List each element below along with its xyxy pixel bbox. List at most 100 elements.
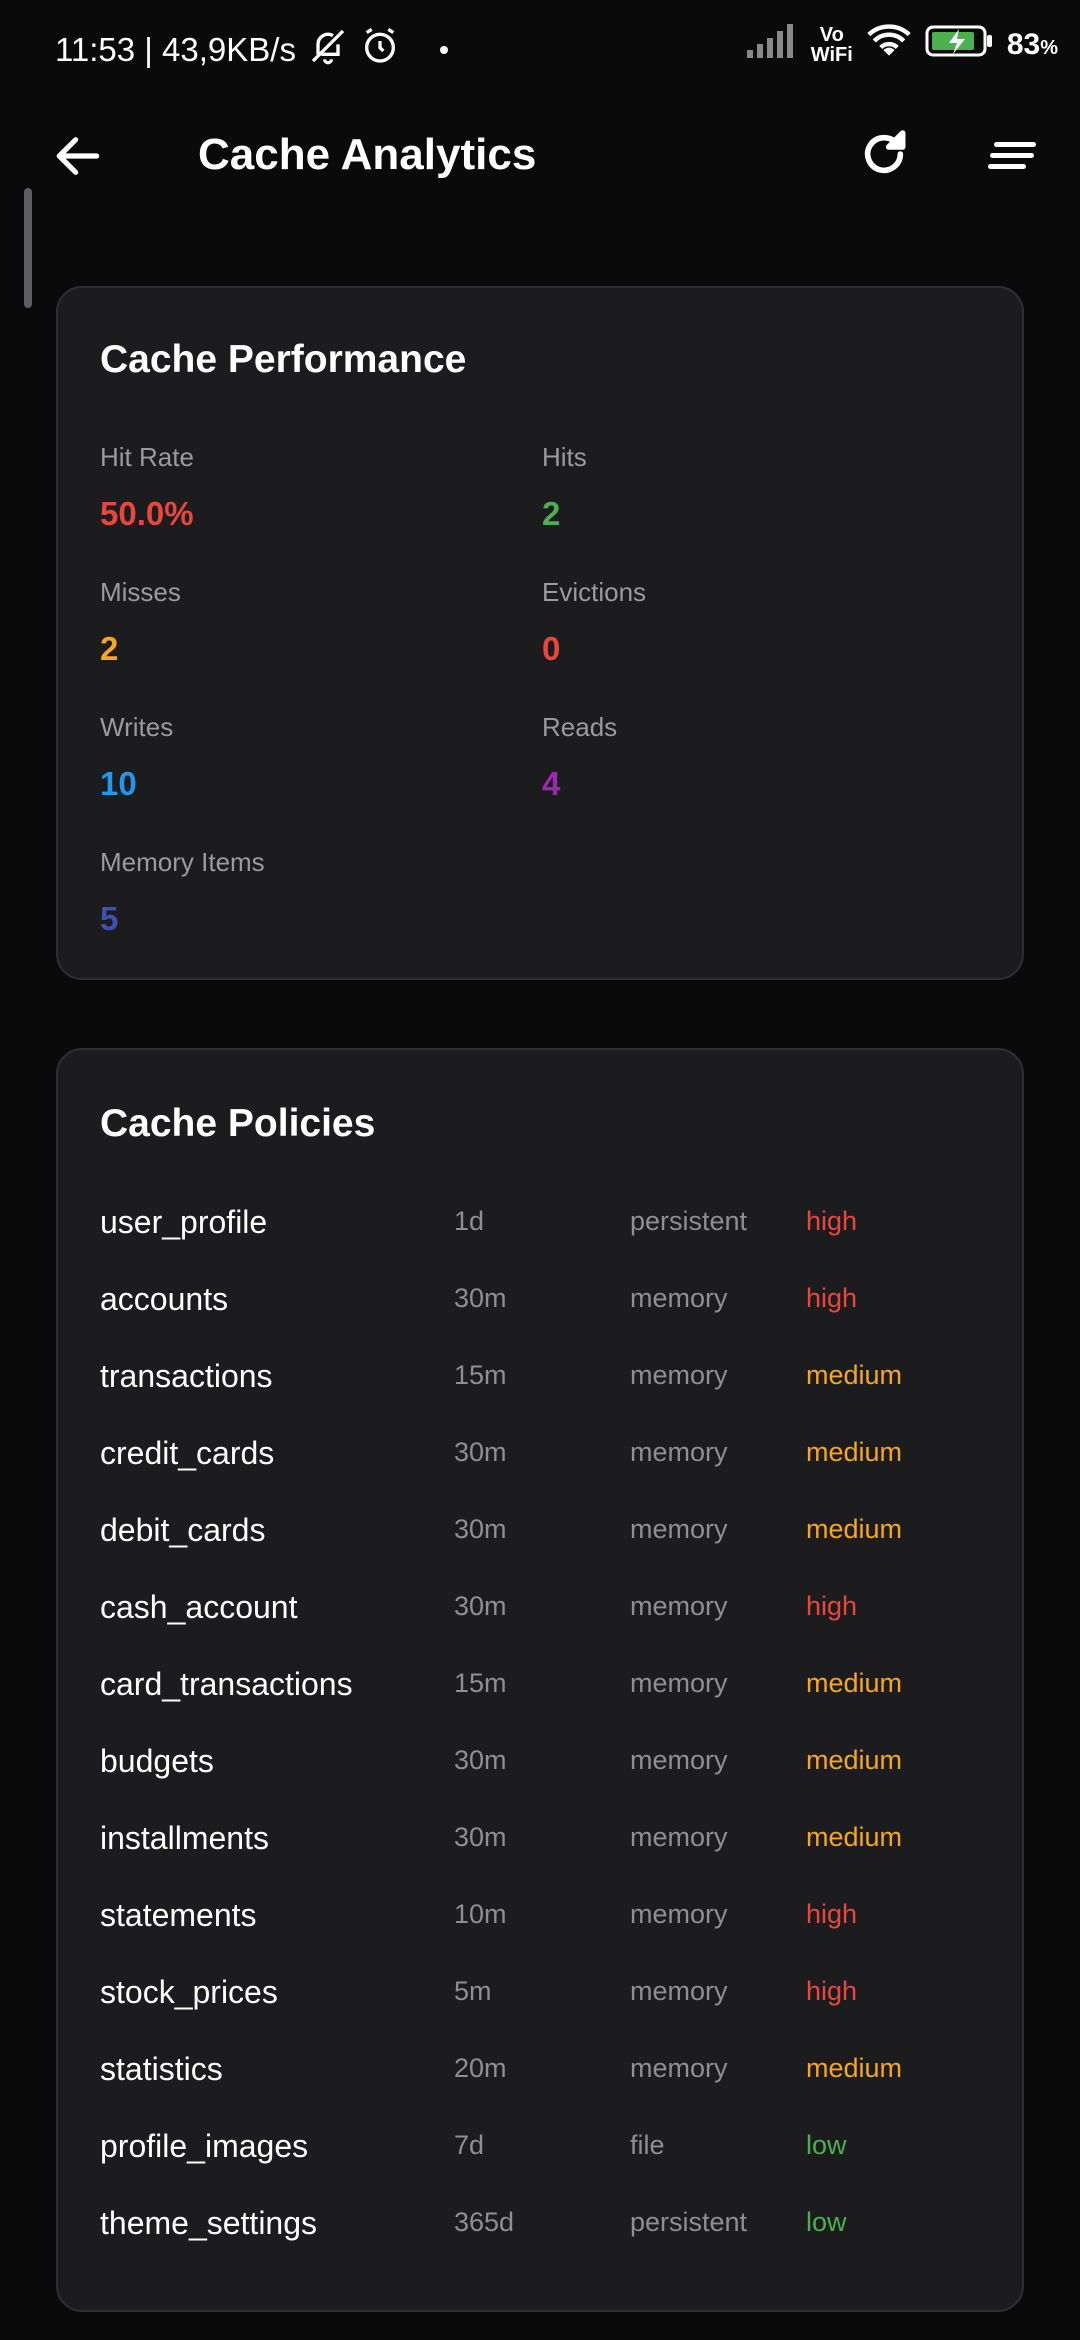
policy-priority: medium <box>806 1745 903 1775</box>
metric-label: Memory Items <box>100 847 265 877</box>
refresh-icon <box>864 130 906 174</box>
policy-priority: high <box>806 1206 858 1236</box>
metric-value: 4 <box>542 765 561 802</box>
metric-writes: Writes 10 <box>100 712 173 803</box>
policy-row: debit_cards 30m memory medium <box>100 1498 990 1575</box>
refresh-button[interactable] <box>856 126 912 182</box>
policy-row: stock_prices 5m memory high <box>100 1960 990 2037</box>
cache-performance-card: Cache Performance Hit Rate 50.0% Hits 2 … <box>56 286 1024 980</box>
policy-row: transactions 15m memory medium <box>100 1344 990 1421</box>
policy-priority: high <box>806 1283 858 1313</box>
policy-storage: memory <box>630 1283 728 1313</box>
policy-priority: medium <box>806 1514 903 1544</box>
policy-row: profile_images 7d file low <box>100 2114 990 2191</box>
policy-name: debit_cards <box>100 1512 266 1548</box>
policy-ttl: 365d <box>454 2207 515 2237</box>
metric-reads: Reads 4 <box>542 712 617 803</box>
vowifi-indicator: Vo WiFi <box>811 25 853 65</box>
vowifi-top: Vo <box>819 24 844 46</box>
policy-priority: medium <box>806 2053 903 2083</box>
policy-priority: high <box>806 1899 858 1929</box>
policy-name: cash_account <box>100 1589 298 1625</box>
metric-value: 5 <box>100 900 119 937</box>
policy-storage: memory <box>630 1822 728 1852</box>
status-time-speed: 11:53 | 43,9KB/s <box>55 31 296 68</box>
policy-name: accounts <box>100 1281 229 1317</box>
arrow-left-icon <box>56 137 100 175</box>
policy-row: installments 30m memory medium <box>100 1806 990 1883</box>
policy-storage: memory <box>630 1514 728 1544</box>
policy-priority: medium <box>806 1360 903 1390</box>
app-bar: Cache Analytics <box>0 110 1080 200</box>
scrollbar[interactable] <box>24 188 32 308</box>
cache-policies-card: Cache Policies user_profile 1d persistent h… <box>56 1048 1024 2312</box>
policy-priority: low <box>806 2207 847 2237</box>
status-left: 11:53 | 43,9KB/s <box>55 26 448 74</box>
policy-priority: low <box>806 2130 847 2160</box>
policy-row: cash_account 30m memory high <box>100 1575 990 1652</box>
policy-row: statistics 20m memory medium <box>100 2037 990 2114</box>
metric-value: 0 <box>542 630 561 667</box>
metric-label: Reads <box>542 712 618 742</box>
wifi-icon <box>867 24 911 66</box>
sort-menu-button[interactable] <box>986 136 1042 176</box>
signal-icon <box>746 24 797 66</box>
policy-ttl: 30m <box>454 1283 507 1313</box>
policy-priority: high <box>806 1976 858 2006</box>
sort-lines-icon <box>988 142 1036 169</box>
policy-priority: medium <box>806 1437 903 1467</box>
battery-charging-icon <box>925 24 993 66</box>
policy-ttl: 1d <box>454 1206 485 1236</box>
cache-policies-title: Cache Policies <box>100 1102 376 1145</box>
policy-ttl: 30m <box>454 1514 507 1544</box>
policy-ttl: 30m <box>454 1437 507 1467</box>
policy-priority: high <box>806 1591 858 1621</box>
policy-row: credit_cards 30m memory medium <box>100 1421 990 1498</box>
policy-name: user_profile <box>100 1204 268 1240</box>
policy-ttl: 15m <box>454 1360 507 1390</box>
metric-evictions: Evictions 0 <box>542 577 646 668</box>
metric-label: Evictions <box>542 577 647 607</box>
alarm-icon <box>360 26 400 74</box>
policy-storage: memory <box>630 1668 728 1698</box>
policy-name: credit_cards <box>100 1435 275 1471</box>
policy-storage: persistent <box>630 1206 748 1236</box>
policy-storage: memory <box>630 1437 728 1467</box>
policy-priority: medium <box>806 1668 903 1698</box>
policy-storage: memory <box>630 1360 728 1390</box>
metric-value: 2 <box>100 630 119 667</box>
policy-storage: file <box>630 2130 665 2160</box>
back-button[interactable] <box>50 128 106 184</box>
status-bar: 11:53 | 43,9KB/s Vo WiFi 83% <box>0 0 1080 96</box>
policy-name: budgets <box>100 1743 214 1779</box>
policy-name: statements <box>100 1897 257 1933</box>
metric-label: Writes <box>100 712 174 742</box>
metric-value: 10 <box>100 765 137 802</box>
policy-ttl: 5m <box>454 1976 492 2006</box>
policy-name: statistics <box>100 2051 223 2087</box>
policy-name: card_transactions <box>100 1666 353 1702</box>
bell-muted-icon <box>308 26 348 74</box>
policy-row: user_profile 1d persistent high <box>100 1190 990 1267</box>
policy-row: card_transactions 15m memory medium <box>100 1652 990 1729</box>
policy-row: theme_settings 365d persistent low <box>100 2191 990 2268</box>
metric-label: Hits <box>542 442 587 472</box>
policy-ttl: 15m <box>454 1668 507 1698</box>
policy-storage: memory <box>630 1591 728 1621</box>
metric-label: Hit Rate <box>100 442 194 472</box>
policy-name: transactions <box>100 1358 273 1394</box>
metric-hits: Hits 2 <box>542 442 587 533</box>
page-title: Cache Analytics <box>198 130 537 179</box>
notification-dot-icon <box>439 46 448 54</box>
policy-storage: memory <box>630 1745 728 1775</box>
policy-storage: persistent <box>630 2207 748 2237</box>
policy-name: profile_images <box>100 2128 309 2164</box>
policy-row: accounts 30m memory high <box>100 1267 990 1344</box>
policy-ttl: 20m <box>454 2053 507 2083</box>
policy-storage: memory <box>630 1976 728 2006</box>
metric-misses: Misses 2 <box>100 577 181 668</box>
metric-value: 50.0% <box>100 495 194 532</box>
policy-row: statements 10m memory high <box>100 1883 990 1960</box>
policy-list: user_profile 1d persistent high accounts 30m m… <box>100 1190 990 2268</box>
policy-storage: memory <box>630 2053 728 2083</box>
